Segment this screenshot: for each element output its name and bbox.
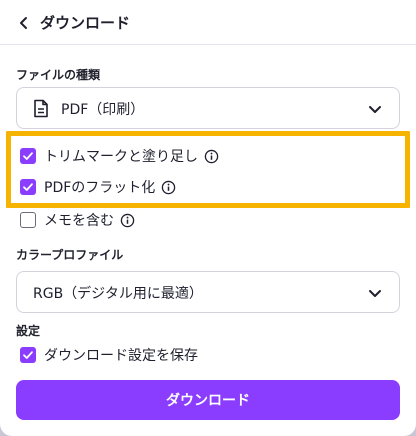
info-icon[interactable] [161, 180, 176, 195]
chevron-left-icon [20, 17, 27, 29]
settings-label: 設定 [16, 324, 41, 338]
trim-marks-label: トリムマークと塗り足し [44, 149, 198, 165]
back-button[interactable] [14, 13, 34, 33]
color-profile-value: RGB（デジタル用に最適） [33, 286, 203, 302]
chevron-down-icon [369, 290, 381, 297]
flatten-pdf-option[interactable]: PDFのフラット化 [20, 176, 176, 198]
file-type-select[interactable]: PDF（印刷） [16, 87, 400, 129]
info-icon[interactable] [204, 149, 219, 164]
checkmark-icon [23, 351, 33, 359]
download-panel: ダウンロード ファイルの種類 PDF（印刷） トリムマークと塗り足し PDFのフ… [0, 0, 416, 436]
trim-marks-checkbox[interactable] [20, 148, 36, 164]
panel-header: ダウンロード [0, 0, 416, 45]
save-settings-checkbox[interactable] [20, 347, 36, 363]
download-button[interactable]: ダウンロード [16, 380, 400, 420]
chevron-down-icon [369, 106, 381, 113]
checkmark-icon [23, 152, 33, 160]
trim-marks-option[interactable]: トリムマークと塗り足し [20, 145, 219, 167]
info-icon[interactable] [120, 213, 135, 228]
flatten-pdf-label: PDFのフラット化 [44, 180, 156, 196]
color-profile-label: カラープロファイル [16, 248, 124, 262]
color-profile-select[interactable]: RGB（デジタル用に最適） [16, 271, 400, 313]
include-notes-checkbox[interactable] [20, 212, 36, 228]
save-settings-label: ダウンロード設定を保存 [44, 348, 198, 364]
page-title: ダウンロード [40, 14, 131, 32]
file-type-value: PDF（印刷） [61, 102, 145, 118]
document-icon [34, 99, 48, 118]
save-settings-option[interactable]: ダウンロード設定を保存 [20, 344, 198, 366]
include-notes-label: メモを含む [44, 213, 114, 229]
checkmark-icon [23, 183, 33, 191]
file-type-label: ファイルの種類 [16, 68, 101, 82]
flatten-pdf-checkbox[interactable] [20, 179, 36, 195]
include-notes-option[interactable]: メモを含む [20, 209, 135, 231]
